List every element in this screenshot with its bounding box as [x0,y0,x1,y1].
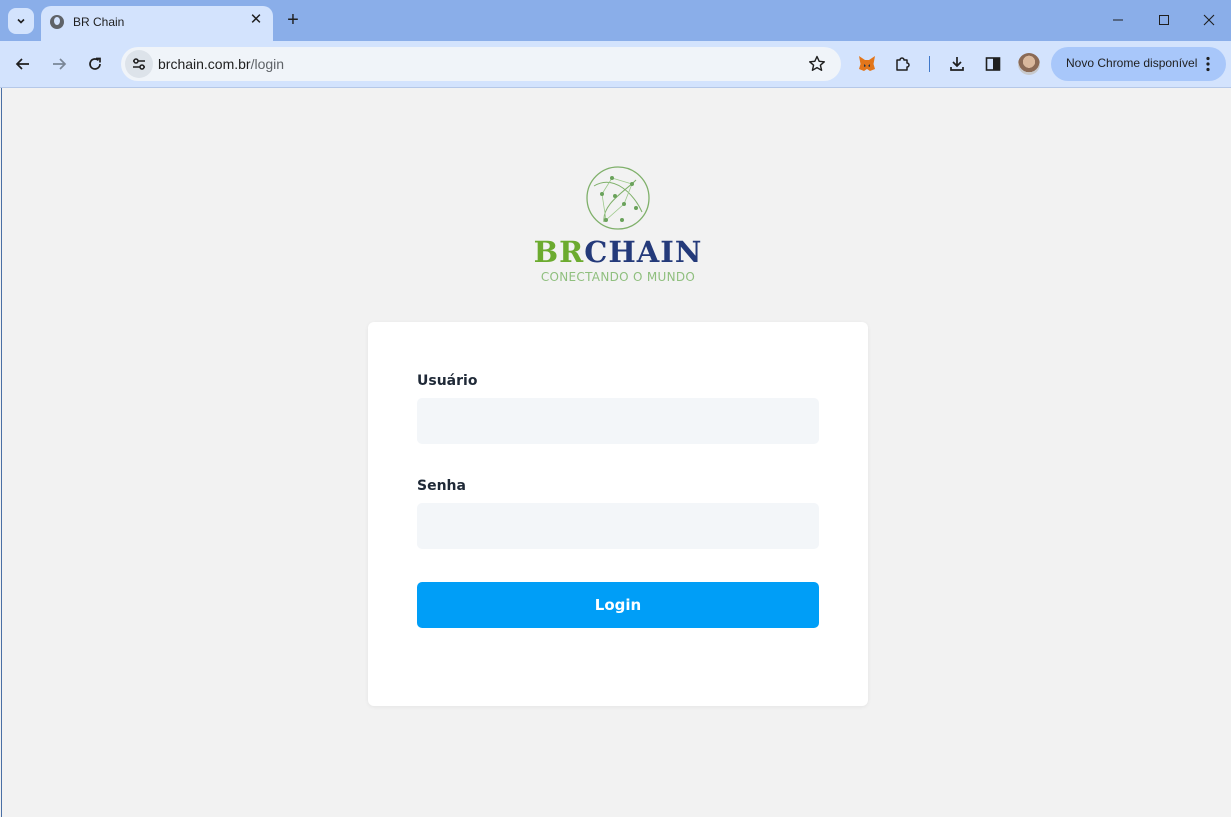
minimize-icon [1113,19,1123,21]
kebab-menu-icon[interactable] [1198,54,1218,74]
url-text[interactable]: brchain.com.br/login [158,56,284,72]
download-icon[interactable] [945,52,969,76]
brand-chain: CHAIN [584,235,703,269]
browser-titlebar: BR Chain ✕ + [0,0,1231,41]
user-input[interactable] [417,398,819,444]
forward-button[interactable] [45,50,73,78]
active-tab[interactable]: BR Chain ✕ [41,6,273,41]
tab-search-button[interactable] [8,8,34,34]
reload-button[interactable] [81,50,109,78]
user-label: Usuário [417,373,478,389]
password-label: Senha [417,478,466,494]
metamask-extension-icon[interactable] [855,52,879,76]
login-card: Usuário Senha Login [368,322,868,706]
chevron-down-icon [17,18,25,24]
site-info-button[interactable] [125,50,153,78]
back-button[interactable] [9,50,37,78]
brand-name: BRCHAIN [532,237,704,267]
brchain-logo: BRCHAIN CONECTANDO O MUNDO [532,164,704,290]
arrow-left-icon [15,58,29,70]
reload-icon [89,57,101,70]
page-content: BRCHAIN CONECTANDO O MUNDO Usuário Senha… [1,88,1231,817]
login-button[interactable]: Login [417,582,819,628]
url-host: brchain.com.br [158,56,251,72]
close-icon [1203,14,1215,26]
profile-avatar[interactable] [1018,53,1040,75]
close-tab-icon[interactable]: ✕ [247,11,265,29]
arrow-right-icon [53,58,67,70]
minimize-button[interactable] [1095,6,1141,34]
tune-icon [133,58,145,70]
brand-br: BR [533,235,585,269]
maximize-button[interactable] [1141,6,1187,34]
brand-tagline: CONECTANDO O MUNDO [540,270,696,284]
update-label: Novo Chrome disponível [1066,56,1198,70]
address-bar[interactable]: brchain.com.br/login [121,47,841,81]
chrome-update-button[interactable]: Novo Chrome disponível [1051,47,1226,81]
browser-toolbar: brchain.com.br/login Novo Chrome disponí… [0,41,1231,88]
globe-network-icon [586,166,650,230]
side-panel-icon[interactable] [981,52,1005,76]
close-window-button[interactable] [1186,6,1231,34]
tab-title: BR Chain [73,15,125,29]
toolbar-separator [929,56,930,72]
maximize-icon [1159,15,1169,25]
bookmark-star-icon[interactable] [807,54,827,74]
extensions-puzzle-icon[interactable] [891,52,915,76]
new-tab-button[interactable]: + [282,9,304,31]
password-input[interactable] [417,503,819,549]
url-path: /login [250,56,285,72]
globe-icon [50,15,64,29]
